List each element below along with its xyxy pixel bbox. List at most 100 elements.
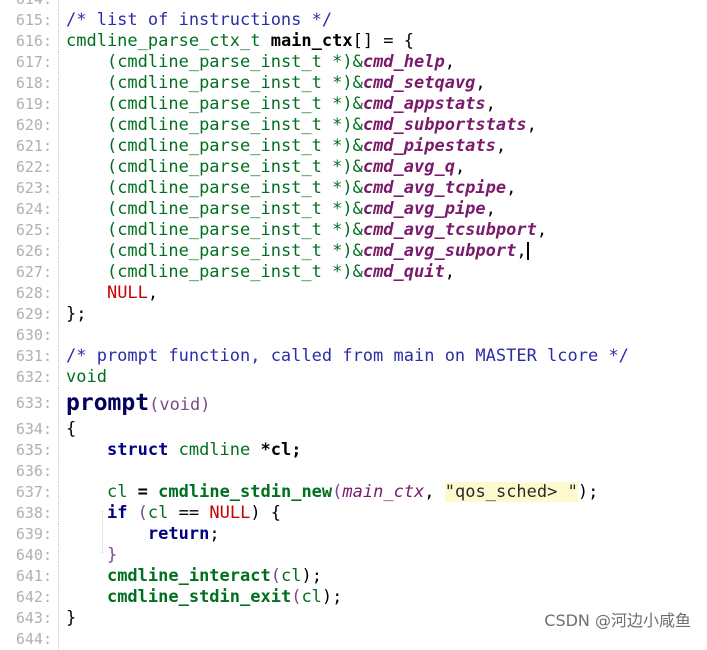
argument: main_ctx xyxy=(342,482,425,502)
variable: cl xyxy=(301,587,322,607)
punctuation: [] = { xyxy=(352,31,415,51)
code-line[interactable]: 630 xyxy=(0,325,707,346)
variable: cl xyxy=(106,482,128,502)
keyword: return xyxy=(147,524,210,544)
line-number: 640 xyxy=(0,545,52,566)
code-line[interactable]: 629}; xyxy=(0,304,707,325)
code-line[interactable]: 637 cl = cmdline_stdin_new(main_ctx, "qo… xyxy=(0,482,707,503)
line-number: 620 xyxy=(0,115,52,136)
comment: /* prompt function, called from main on … xyxy=(66,346,629,366)
line-number: 633 xyxy=(0,388,52,419)
code-line[interactable]: 633 prompt(void) xyxy=(0,388,707,419)
code-line[interactable]: 641 cmdline_interact(cl); xyxy=(0,566,707,587)
comma: , xyxy=(444,52,455,72)
code-line[interactable]: 628 NULL, xyxy=(0,283,707,304)
function-call: cmdline_stdin_exit xyxy=(106,587,292,607)
code-line[interactable]: 640 } xyxy=(0,545,707,566)
line-number: 627 xyxy=(0,262,52,283)
code-editor[interactable]: 614 615 /* list of instructions */ 616 cmd… xyxy=(0,0,707,650)
operator: == xyxy=(168,503,210,523)
code-line[interactable]: 620 (cmdline_parse_inst_t *)&cmd_subport… xyxy=(0,115,707,136)
code-line[interactable]: 639 return; xyxy=(0,524,707,545)
semicolon: ; xyxy=(209,524,220,544)
function-call: cmdline_interact xyxy=(106,566,271,586)
line-number: 618 xyxy=(0,73,52,94)
cast: (cmdline_parse_inst_t *)& xyxy=(106,220,363,240)
line-number: 635 xyxy=(0,440,52,461)
comma: , xyxy=(475,73,486,93)
function-name: prompt xyxy=(66,390,150,416)
instruction-name: cmd_avg_tcpipe xyxy=(362,178,507,198)
code-line[interactable]: 622 (cmdline_parse_inst_t *)&cmd_avg_q, xyxy=(0,157,707,178)
paren: ); xyxy=(321,587,343,607)
instruction-name: cmd_appstats xyxy=(362,94,486,114)
line-number: 631 xyxy=(0,346,52,367)
code-line[interactable]: 623 (cmdline_parse_inst_t *)&cmd_avg_tcp… xyxy=(0,178,707,199)
line-number: 621 xyxy=(0,136,52,157)
line-number: 614 xyxy=(0,0,52,10)
line-number: 638 xyxy=(0,503,52,524)
line-number: 626 xyxy=(0,241,52,262)
closing-brace: } xyxy=(106,545,118,565)
instruction-name: cmd_avg_subport xyxy=(362,241,517,261)
code-line[interactable]: 616 cmdline_parse_ctx_t main_ctx[] = { xyxy=(0,31,707,52)
code-line[interactable]: 636 xyxy=(0,461,707,482)
line-number: 624 xyxy=(0,199,52,220)
comma: , xyxy=(485,94,496,114)
line-number: 639 xyxy=(0,524,52,545)
variable: cl xyxy=(147,503,169,523)
instruction-name: cmd_avg_pipe xyxy=(362,199,486,219)
code-line[interactable]: 627 (cmdline_parse_inst_t *)&cmd_quit, xyxy=(0,262,707,283)
instruction-name: cmd_help xyxy=(362,52,445,72)
comma: , xyxy=(147,283,159,303)
code-line[interactable]: 617 (cmdline_parse_inst_t *)&cmd_help, xyxy=(0,52,707,73)
line-number: 629 xyxy=(0,304,52,325)
instruction-name: cmd_avg_tcsubport xyxy=(362,220,537,240)
line-number: 625 xyxy=(0,220,52,241)
code-line[interactable]: 618 (cmdline_parse_inst_t *)&cmd_setqavg… xyxy=(0,73,707,94)
keyword: if xyxy=(106,503,128,523)
code-line[interactable]: 635 struct cmdline *cl; xyxy=(0,440,707,461)
text-cursor xyxy=(526,242,529,260)
comma: , xyxy=(536,220,548,240)
line-number: 616 xyxy=(0,31,52,52)
code-line[interactable]: 634 { xyxy=(0,419,707,440)
cast: (cmdline_parse_inst_t *)& xyxy=(106,241,363,261)
comment: /* list of instructions */ xyxy=(66,10,333,30)
function-args: (void) xyxy=(149,395,211,415)
line-number: 622 xyxy=(0,157,52,178)
null-literal: NULL xyxy=(106,283,148,303)
code-line[interactable]: 631 /* prompt function, called from main … xyxy=(0,346,707,367)
line-number: 623 xyxy=(0,178,52,199)
line-number: 628 xyxy=(0,283,52,304)
code-line[interactable]: 642 cmdline_stdin_exit(cl); xyxy=(0,587,707,608)
comma: , xyxy=(454,157,466,177)
cast: (cmdline_parse_inst_t *)& xyxy=(106,73,363,93)
code-line[interactable]: 614 xyxy=(0,0,707,10)
line-number: 619 xyxy=(0,94,52,115)
code-line[interactable]: 644 xyxy=(0,629,707,650)
cast: (cmdline_parse_inst_t *)& xyxy=(106,52,363,72)
watermark: CSDN @河边小咸鱼 xyxy=(544,611,691,630)
comma: , xyxy=(424,482,445,502)
line-number: 644 xyxy=(0,629,52,650)
cast: (cmdline_parse_inst_t *)& xyxy=(106,262,363,282)
paren: ) { xyxy=(250,503,282,523)
paren: ( xyxy=(270,566,281,586)
paren: ( xyxy=(291,587,302,607)
comma: , xyxy=(495,136,507,156)
cast: (cmdline_parse_inst_t *)& xyxy=(106,94,363,114)
cast: (cmdline_parse_inst_t *)& xyxy=(106,199,363,219)
instruction-name: cmd_subportstats xyxy=(362,115,527,135)
code-line[interactable]: 625 (cmdline_parse_inst_t *)&cmd_avg_tcs… xyxy=(0,220,707,241)
code-line[interactable]: 615 /* list of instructions */ xyxy=(0,10,707,31)
code-line[interactable]: 621 (cmdline_parse_inst_t *)&cmd_pipesta… xyxy=(0,136,707,157)
code-line[interactable]: 619 (cmdline_parse_inst_t *)&cmd_appstat… xyxy=(0,94,707,115)
code-line[interactable]: 624 (cmdline_parse_inst_t *)&cmd_avg_pip… xyxy=(0,199,707,220)
code-line[interactable]: 626 (cmdline_parse_inst_t *)&cmd_avg_sub… xyxy=(0,241,707,262)
code-line[interactable]: 632 void xyxy=(0,367,707,388)
opening-brace: { xyxy=(66,419,77,439)
variable: cl xyxy=(280,566,302,586)
line-number: 632 xyxy=(0,367,52,388)
code-line[interactable]: 638 if (cl == NULL) { xyxy=(0,503,707,524)
